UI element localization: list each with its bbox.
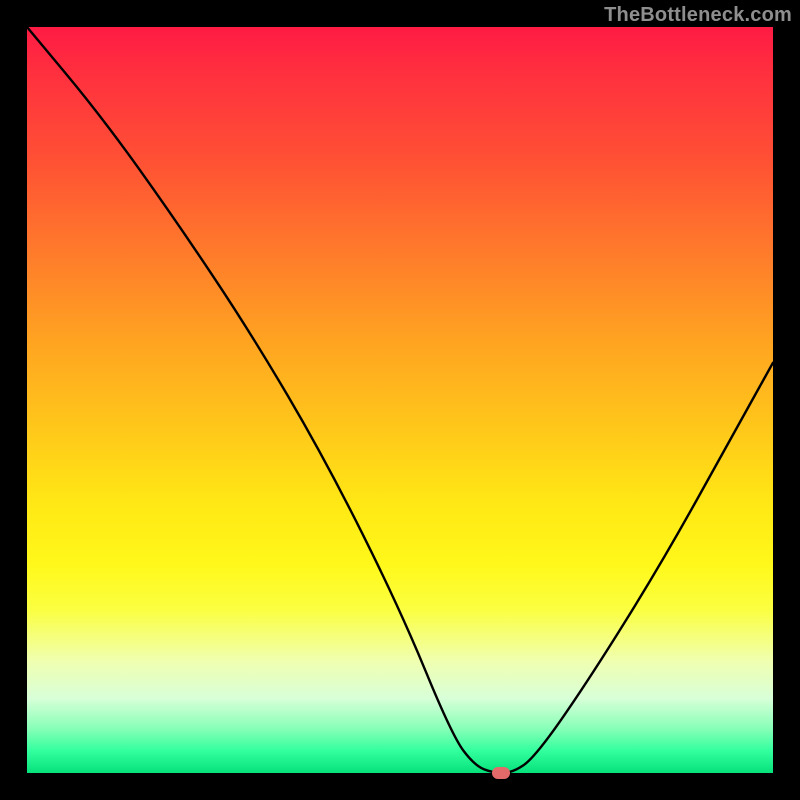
chart-frame: TheBottleneck.com [0,0,800,800]
optimal-point-marker [492,767,510,779]
gradient-background [27,27,773,773]
watermark-text: TheBottleneck.com [604,4,792,27]
